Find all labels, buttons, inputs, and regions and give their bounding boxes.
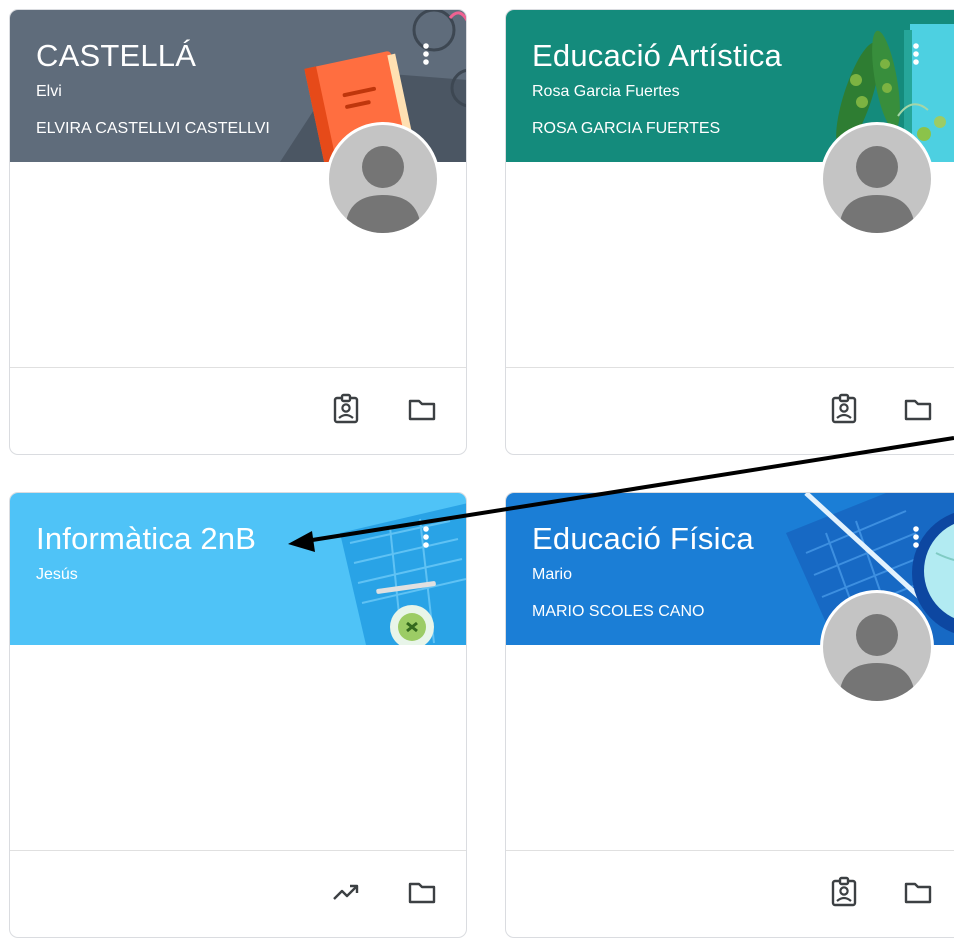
teacher-name: MARIO SCOLES CANO (532, 603, 705, 620)
class-title[interactable]: Educació Artística (532, 38, 782, 74)
banner-illustration (340, 503, 466, 645)
teacher-name: ELVIRA CASTELLVI CASTELLVI (36, 120, 270, 137)
class-title[interactable]: Educació Física (532, 521, 754, 557)
folder-icon[interactable] (406, 876, 438, 908)
folder-icon[interactable] (406, 393, 438, 425)
more-vert-icon[interactable] (414, 40, 438, 68)
card-footer (506, 367, 954, 454)
trending-up-icon[interactable] (330, 876, 362, 908)
class-card-castella[interactable]: CASTELLÁ Elvi ELVIRA CASTELLVI CASTELLVI (9, 9, 467, 455)
class-card-educacio-artistica[interactable]: Educació Artística Rosa Garcia Fuertes R… (505, 9, 954, 455)
assignment-ind-icon[interactable] (828, 876, 860, 908)
more-vert-icon[interactable] (904, 523, 928, 551)
teacher-avatar (820, 590, 934, 704)
assignment-ind-icon[interactable] (330, 393, 362, 425)
class-section: Rosa Garcia Fuertes (532, 83, 680, 100)
teacher-avatar (326, 122, 440, 236)
more-vert-icon[interactable] (904, 40, 928, 68)
card-footer (506, 850, 954, 937)
class-card-informatica-2nb[interactable]: Informàtica 2nB Jesús (9, 492, 467, 938)
teacher-name: ROSA GARCIA FUERTES (532, 120, 721, 137)
teacher-avatar (820, 122, 934, 236)
class-title[interactable]: CASTELLÁ (36, 38, 196, 74)
class-section: Mario (532, 566, 573, 583)
class-section: Elvi (36, 83, 62, 100)
card-footer (10, 850, 466, 937)
class-banner: Informàtica 2nB Jesús (10, 493, 466, 645)
more-vert-icon[interactable] (414, 523, 438, 551)
class-section: Jesús (36, 566, 78, 583)
class-card-educacio-fisica[interactable]: Educació Física Mario MARIO SCOLES CANO (505, 492, 954, 938)
assignment-ind-icon[interactable] (828, 393, 860, 425)
class-title[interactable]: Informàtica 2nB (36, 521, 256, 557)
folder-icon[interactable] (902, 393, 934, 425)
card-footer (10, 367, 466, 454)
folder-icon[interactable] (902, 876, 934, 908)
